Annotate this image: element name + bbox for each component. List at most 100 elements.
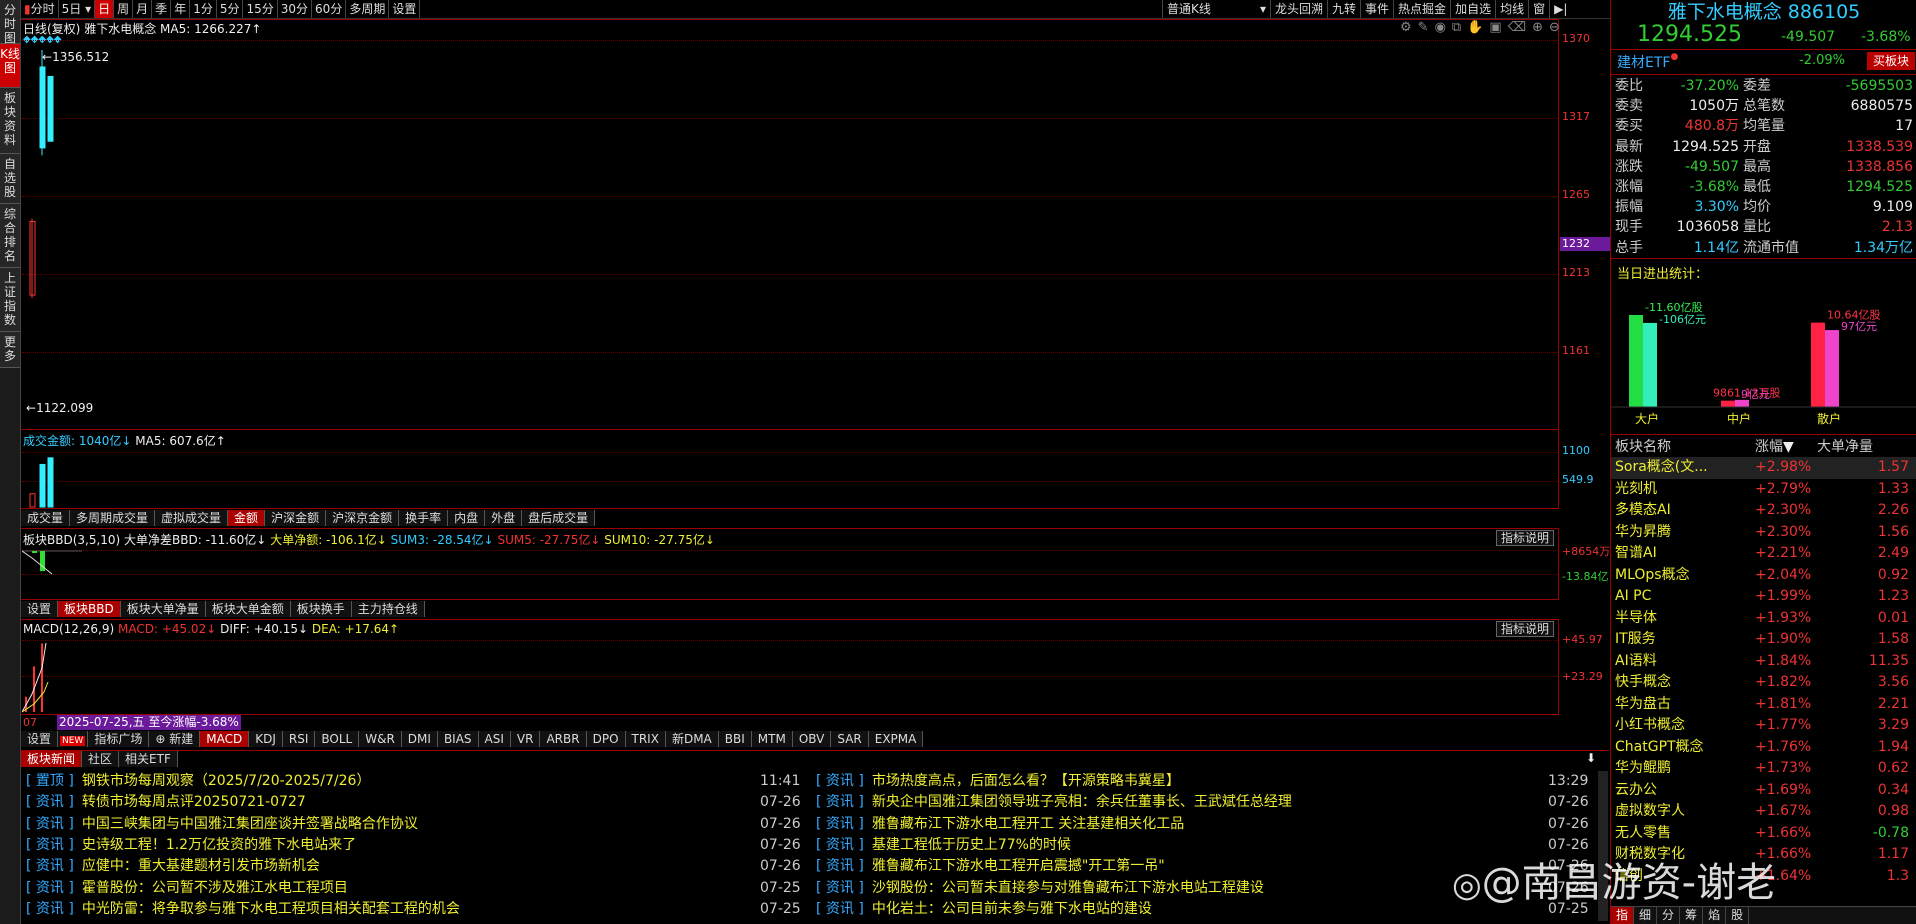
hand-icon[interactable]: ✋ bbox=[1467, 20, 1489, 35]
vtab-virtual-volume[interactable]: 虚拟成交量 bbox=[155, 510, 229, 526]
gear-icon[interactable]: ⚙ bbox=[1400, 20, 1418, 35]
news-item[interactable]: [ 资讯 ] 应健中：重大基建题材引发市场新机会 07-26 bbox=[26, 856, 810, 877]
sector-bottom-tab[interactable]: 筹 bbox=[1680, 907, 1704, 924]
toolbar-15min[interactable]: 15分 bbox=[243, 0, 278, 18]
vtab-volume[interactable]: 成交量 bbox=[21, 510, 71, 526]
sector-row[interactable]: ChatGPT概念 +1.76% 1.94 bbox=[1611, 737, 1916, 759]
sector-row[interactable]: 多模态AI +2.30% 2.26 bbox=[1611, 500, 1916, 522]
news-item[interactable]: [ 资讯 ] 中光防雷：将争取参与雅下水电工程项目相关配套工程的机会 07-25 bbox=[26, 899, 810, 920]
vtab-multi-volume[interactable]: 多周期成交量 bbox=[70, 510, 156, 526]
toolbar-5min[interactable]: 5分 bbox=[217, 0, 244, 18]
vtab-sh-index[interactable]: 上证指数 bbox=[0, 268, 20, 332]
news-item[interactable]: [ 资讯 ] 史诗级工程！1.2万亿投资的雅下水电站来了 07-26 bbox=[26, 835, 810, 856]
ind-tab-bbi[interactable]: BBI bbox=[718, 731, 752, 747]
toolbar-leader-review[interactable]: 龙头回溯 bbox=[1270, 0, 1327, 18]
vtab-after-hours[interactable]: 盘后成交量 bbox=[522, 510, 596, 526]
buy-sector-button[interactable]: 买板块 bbox=[1867, 52, 1915, 70]
toolbar-day[interactable]: 日 bbox=[95, 0, 115, 18]
news-tab-sector[interactable]: 板块新闻 bbox=[21, 751, 83, 767]
ind-tab-boll[interactable]: BOLL bbox=[315, 731, 360, 747]
play-icon[interactable]: ▶| bbox=[1549, 0, 1571, 18]
toolbar-window[interactable]: 窗 bbox=[1528, 0, 1549, 18]
ind-tab-asi[interactable]: ASI bbox=[478, 731, 511, 747]
pen-icon[interactable]: ✎ bbox=[1418, 20, 1435, 35]
bbd-tab-big-amount[interactable]: 板块大单金额 bbox=[205, 601, 291, 617]
sector-row[interactable]: 小红书概念 +1.77% 3.29 bbox=[1611, 715, 1916, 737]
ind-tab-rsi[interactable]: RSI bbox=[282, 731, 316, 747]
vtab-amount[interactable]: 金额 bbox=[228, 510, 266, 526]
ind-tab-square[interactable]: 指标广场 bbox=[88, 731, 150, 747]
toolbar-30min[interactable]: 30分 bbox=[278, 0, 313, 18]
ind-tab-kdj[interactable]: KDJ bbox=[249, 731, 283, 747]
ind-tab-vr[interactable]: VR bbox=[510, 731, 541, 747]
toolbar-week[interactable]: 周 bbox=[114, 0, 134, 18]
sector-bottom-tab[interactable]: 细 bbox=[1634, 907, 1658, 924]
ind-tab-new[interactable]: ⊕ 新建 bbox=[149, 731, 201, 747]
sector-row[interactable]: 快手概念 +1.82% 3.56 bbox=[1611, 672, 1916, 694]
sector-row[interactable]: 半导体 +1.93% 0.01 bbox=[1611, 608, 1916, 630]
toolbar-nine-turn[interactable]: 九转 bbox=[1327, 0, 1360, 18]
news-item[interactable]: [ 资讯 ] 新央企中国雅江集团领导班子亮相：余兵任董事长、王武斌任总经理 07-2… bbox=[816, 792, 1598, 813]
vtab-outer[interactable]: 外盘 bbox=[485, 510, 523, 526]
ind-tab-obv[interactable]: OBV bbox=[792, 731, 832, 747]
bbd-tab-settings[interactable]: 设置 bbox=[21, 601, 59, 617]
sector-row[interactable]: MLOps概念 +2.04% 0.92 bbox=[1611, 565, 1916, 587]
ind-tab-bias[interactable]: BIAS bbox=[437, 731, 479, 747]
toolbar-quarter[interactable]: 季 bbox=[152, 0, 172, 18]
toolbar-1min[interactable]: 1分 bbox=[190, 0, 217, 18]
sector-row[interactable]: 华为盘古 +1.81% 2.21 bbox=[1611, 694, 1916, 716]
news-tab-etf[interactable]: 相关ETF bbox=[119, 751, 178, 767]
sector-row[interactable]: 虚拟数字人 +1.67% 0.98 bbox=[1611, 801, 1916, 823]
indicator-help-button[interactable]: 指标说明 bbox=[1496, 530, 1555, 546]
news-item[interactable]: [ 资讯 ] 转债市场每周点评20250721-0727 07-26 bbox=[26, 792, 810, 813]
news-item[interactable]: [ 置顶 ] 钢铁市场每周观察（2025/7/20-2025/7/26） 11:41 bbox=[26, 771, 810, 792]
sector-bottom-tab[interactable]: 股 bbox=[1726, 907, 1750, 924]
news-item[interactable]: [ 资讯 ] 中国三峡集团与中国雅江集团座谈并签署战略合作协议 07-26 bbox=[26, 814, 810, 835]
toolbar-year[interactable]: 年 bbox=[171, 0, 191, 18]
ind-tab-expma[interactable]: EXPMA bbox=[868, 731, 924, 747]
sector-row[interactable]: 光刻机 +2.79% 1.33 bbox=[1611, 479, 1916, 501]
toolbar-ma[interactable]: 均线 bbox=[1495, 0, 1528, 18]
ind-tab-mtm[interactable]: MTM bbox=[751, 731, 793, 747]
vtab-sector-info[interactable]: 板块资料 bbox=[0, 88, 20, 154]
toolbar-hotspot[interactable]: 热点掘金 bbox=[1393, 0, 1450, 18]
col-big-net[interactable]: 大单净量 bbox=[1817, 436, 1873, 456]
sector-bottom-tab[interactable]: 焰 bbox=[1703, 907, 1727, 924]
vtab-kline[interactable]: K线图 bbox=[0, 44, 20, 88]
news-item[interactable]: [ 资讯 ] 雅鲁藏布江下游水电工程开工 关注基建相关化工品 07-26 bbox=[816, 814, 1598, 835]
toolbar-add-watch[interactable]: 加自选 bbox=[1450, 0, 1495, 18]
indicator-help-button[interactable]: 指标说明 bbox=[1496, 621, 1555, 637]
sector-row[interactable]: 智谱AI +2.21% 2.49 bbox=[1611, 543, 1916, 565]
col-change[interactable]: 涨幅▼ bbox=[1755, 436, 1794, 456]
toolbar-events[interactable]: 事件 bbox=[1360, 0, 1393, 18]
trash-icon[interactable]: ⌫ bbox=[1508, 20, 1532, 35]
sector-bottom-tab[interactable]: 分 bbox=[1657, 907, 1681, 924]
vtab-turnover[interactable]: 换手率 bbox=[399, 510, 449, 526]
sector-row[interactable]: 云办公 +1.69% 0.34 bbox=[1611, 780, 1916, 802]
download-icon[interactable]: ⬇ bbox=[1586, 751, 1596, 765]
news-item[interactable]: [ 资讯 ] 市场热度高点，后面怎么看？【开源策略韦冀星】 13:29 bbox=[816, 771, 1598, 792]
ind-tab-newdma[interactable]: 新DMA bbox=[665, 731, 719, 747]
sector-row[interactable]: IT服务 +1.90% 1.58 bbox=[1611, 629, 1916, 651]
sector-row[interactable]: Sora概念(文... +2.98% 1.57 bbox=[1611, 457, 1916, 479]
ind-tab-macd[interactable]: MACD bbox=[200, 731, 250, 747]
copy-icon[interactable]: ⧉ bbox=[1452, 20, 1467, 35]
vtab-watchlist[interactable]: 自选股 bbox=[0, 154, 20, 204]
ind-tab-settings[interactable]: 设置 bbox=[21, 731, 59, 747]
toolbar-settings[interactable]: 设置 bbox=[389, 0, 421, 18]
ind-tab-wr[interactable]: W&R bbox=[359, 731, 402, 747]
vtab-sh-amount[interactable]: 沪深金额 bbox=[265, 510, 327, 526]
toolbar-60min[interactable]: 60分 bbox=[312, 0, 347, 18]
vtab-shbj-amount[interactable]: 沪深京金额 bbox=[326, 510, 400, 526]
vtab-timeshare[interactable]: 分时图 bbox=[0, 0, 20, 45]
ind-tab-trix[interactable]: TRIX bbox=[625, 731, 666, 747]
toolbar-month[interactable]: 月 bbox=[133, 0, 153, 18]
sector-row[interactable]: AI语料 +1.84% 11.35 bbox=[1611, 651, 1916, 673]
vtab-inner[interactable]: 内盘 bbox=[448, 510, 486, 526]
ind-tab-dpo[interactable]: DPO bbox=[586, 731, 626, 747]
bbd-tab-holding[interactable]: 主力持仓线 bbox=[351, 601, 425, 617]
eye-icon[interactable]: ◉ bbox=[1435, 20, 1452, 35]
lock-icon[interactable]: ▣ bbox=[1489, 20, 1507, 35]
toolbar-5day[interactable]: 5日 ▾ bbox=[59, 0, 96, 18]
bbd-tab-net-volume[interactable]: 板块大单净量 bbox=[120, 601, 206, 617]
